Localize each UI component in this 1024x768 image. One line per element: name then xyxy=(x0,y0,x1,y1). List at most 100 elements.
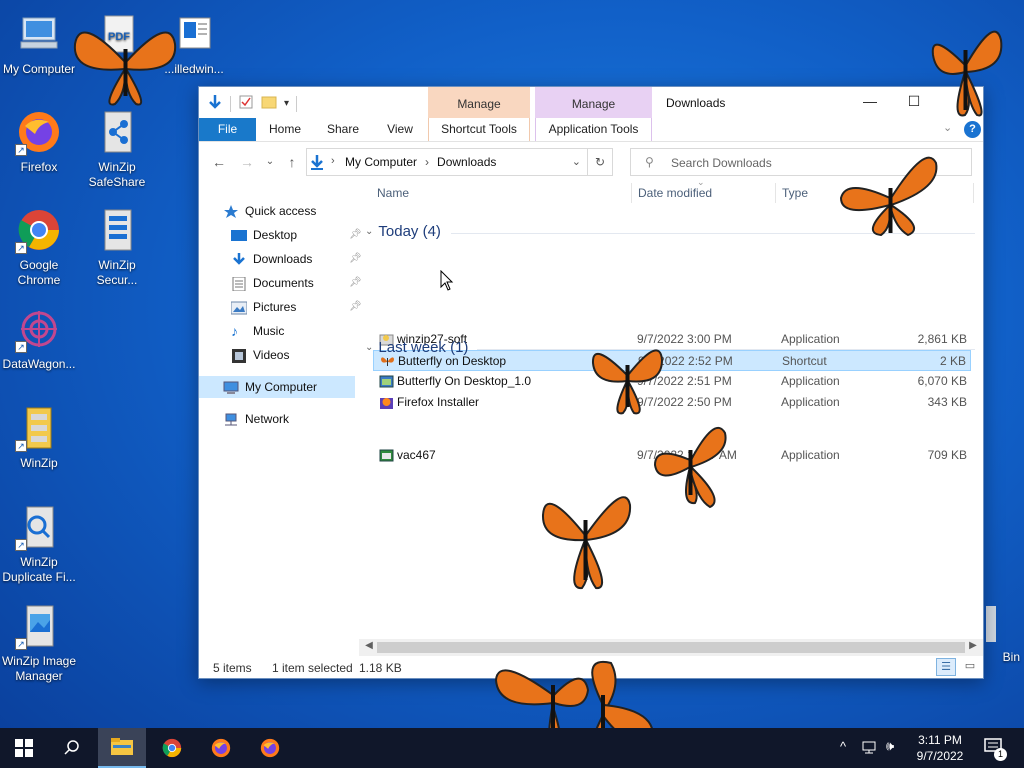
clock-time: 3:11 PM xyxy=(918,733,962,747)
breadcrumb: My Computer › Downloads xyxy=(345,155,496,169)
down-arrow-icon[interactable] xyxy=(207,93,223,114)
chrome-icon: ↗ xyxy=(15,206,63,254)
taskbar: ^ 🕪︎ 3:11 PM 9/7/2022 1 xyxy=(0,728,1024,768)
dropdown-icon[interactable]: ▾ xyxy=(284,98,289,109)
nav-quick-access[interactable]: Quick access xyxy=(223,200,316,222)
sort-chevron-icon: ⌄ xyxy=(697,177,705,187)
scrollbar-thumb[interactable] xyxy=(377,642,965,653)
taskbar-firefox-2[interactable] xyxy=(246,728,294,768)
forward-button[interactable]: → xyxy=(237,152,257,172)
minimize-button[interactable]: — xyxy=(855,93,885,113)
recent-locations-icon[interactable]: ⌄ xyxy=(260,152,280,172)
tab-view[interactable]: View xyxy=(374,118,426,141)
nav-network[interactable]: Network xyxy=(223,408,289,430)
tab-share[interactable]: Share xyxy=(317,118,369,141)
separator xyxy=(296,95,298,112)
column-header-type[interactable]: Type xyxy=(782,186,808,200)
search-icon xyxy=(64,740,79,755)
details-view-button[interactable]: ☰ xyxy=(936,658,956,676)
refresh-button[interactable]: ↻ xyxy=(588,148,613,176)
up-button[interactable]: ↑ xyxy=(282,152,302,172)
search-placeholder: Search Downloads xyxy=(671,156,772,170)
desktop-icon-firefox[interactable]: ↗ Firefox xyxy=(0,108,78,175)
new-folder-icon[interactable] xyxy=(261,94,277,113)
large-icons-view-button[interactable]: ▭ xyxy=(960,658,980,676)
butterfly-decoration xyxy=(839,156,938,237)
column-divider[interactable] xyxy=(973,183,974,203)
nav-my-computer[interactable]: My Computer xyxy=(199,376,355,398)
breadcrumb-my-computer[interactable]: My Computer xyxy=(345,155,417,169)
desktop-icon-label: WinZip Secur... xyxy=(96,258,138,287)
scroll-left-icon[interactable]: ◀ xyxy=(361,640,377,651)
taskbar-firefox[interactable] xyxy=(197,728,245,768)
nav-documents[interactable]: Documents 📌︎ xyxy=(231,272,362,294)
file-type: Application xyxy=(781,395,840,409)
taskbar-clock[interactable]: 3:11 PM 9/7/2022 xyxy=(910,732,970,764)
volume-icon[interactable]: 🕪︎ xyxy=(886,738,894,754)
firefox-installer-icon xyxy=(379,395,394,410)
winzip-icon: ↗ xyxy=(15,404,63,452)
desktop-icon-winzip-duplicate[interactable]: ↗ WinZip Duplicate Fi... xyxy=(0,503,78,585)
desktop-icon-winzip[interactable]: ↗ WinZip xyxy=(0,404,78,471)
address-bar[interactable]: › My Computer › Downloads ⌄ xyxy=(306,148,588,176)
computer-icon xyxy=(15,10,63,58)
winzip-image-icon: ↗ xyxy=(15,602,63,650)
table-row[interactable]: Butterfly On Desktop_1.0 9/7/2022 2:51 P… xyxy=(373,371,971,392)
address-dropdown-icon[interactable]: ⌄ xyxy=(572,155,581,168)
tab-home[interactable]: Home xyxy=(259,118,311,141)
group-label: Last week (1) xyxy=(378,339,469,356)
nav-label: Network xyxy=(245,412,290,426)
breadcrumb-downloads[interactable]: Downloads xyxy=(437,155,496,169)
downloads-icon xyxy=(231,252,247,266)
scroll-right-icon[interactable]: ▶ xyxy=(965,640,981,651)
nav-desktop[interactable]: Desktop 📌︎ xyxy=(231,224,362,246)
nav-pictures[interactable]: Pictures 📌︎ xyxy=(230,296,362,318)
quick-access-toolbar: ▾ xyxy=(207,93,298,114)
desktop-icon-chrome[interactable]: ↗ Google Chrome xyxy=(0,206,78,288)
table-row[interactable]: Firefox Installer 9/7/2022 2:50 PM Appli… xyxy=(373,392,971,413)
desktop-icon-winzip-safeshare[interactable]: WinZip SafeShare xyxy=(78,108,156,190)
column-header-date[interactable]: Date modified xyxy=(638,186,712,200)
pictures-icon xyxy=(230,300,248,315)
desktop-icon-datawagon[interactable]: ↗ DataWagon... xyxy=(0,305,78,372)
nav-label: My Computer xyxy=(245,380,318,394)
desktop-icon-winzip-secure[interactable]: WinZip Secur... xyxy=(78,206,156,288)
winzip-duplicate-icon: ↗ xyxy=(15,503,63,551)
column-divider[interactable] xyxy=(631,183,632,203)
horizontal-scrollbar[interactable]: ◀ ▶ xyxy=(359,639,983,656)
tab-file[interactable]: File xyxy=(199,118,256,141)
desktop-icon-label: WinZip xyxy=(20,456,58,470)
start-button[interactable] xyxy=(0,728,48,768)
tab-shortcut-tools[interactable]: Shortcut Tools xyxy=(428,118,530,141)
back-button[interactable]: ← xyxy=(209,152,229,172)
desktop-icon-winzip-image[interactable]: ↗ WinZip Image Manager xyxy=(0,602,78,684)
taskbar-file-explorer[interactable] xyxy=(98,728,146,768)
search-button[interactable] xyxy=(48,728,96,768)
nav-label: Documents xyxy=(253,276,314,290)
music-icon: ♪ xyxy=(231,323,238,339)
group-label: Today (4) xyxy=(378,223,441,240)
downloads-folder-icon xyxy=(309,154,325,173)
column-divider[interactable] xyxy=(775,183,776,203)
group-header-last-week[interactable]: ⌄ Last week (1) xyxy=(365,339,975,356)
taskbar-chrome[interactable] xyxy=(148,728,196,768)
tab-application-tools[interactable]: Application Tools xyxy=(535,118,652,141)
search-icon: ⚲ xyxy=(645,155,654,169)
butterfly-decoration xyxy=(591,349,664,415)
file-size: 709 KB xyxy=(927,448,967,462)
desktop-icon-my-computer[interactable]: My Computer xyxy=(0,10,78,77)
navigation-pane: Quick access Desktop 📌︎ Downloads 📌︎ Doc… xyxy=(199,192,362,642)
nav-downloads[interactable]: Downloads 📌︎ xyxy=(231,248,362,270)
firefox-icon xyxy=(211,738,231,758)
nav-music[interactable]: ♪ Music xyxy=(231,320,284,342)
nav-videos[interactable]: Videos xyxy=(231,344,289,366)
file-size: 343 KB xyxy=(927,395,967,409)
properties-check-icon[interactable] xyxy=(238,94,254,113)
firefox-icon: ↗ xyxy=(15,108,63,156)
title-bar[interactable]: ▾ Manage Manage Downloads — ☐ xyxy=(199,87,983,118)
chevron-down-icon: ⌄ xyxy=(365,342,374,353)
show-hidden-icons-chevron-icon[interactable]: ^ xyxy=(840,739,846,754)
column-header-name[interactable]: Name xyxy=(377,186,409,200)
nav-label: Downloads xyxy=(253,252,313,266)
network-tray-icon[interactable] xyxy=(862,739,878,758)
